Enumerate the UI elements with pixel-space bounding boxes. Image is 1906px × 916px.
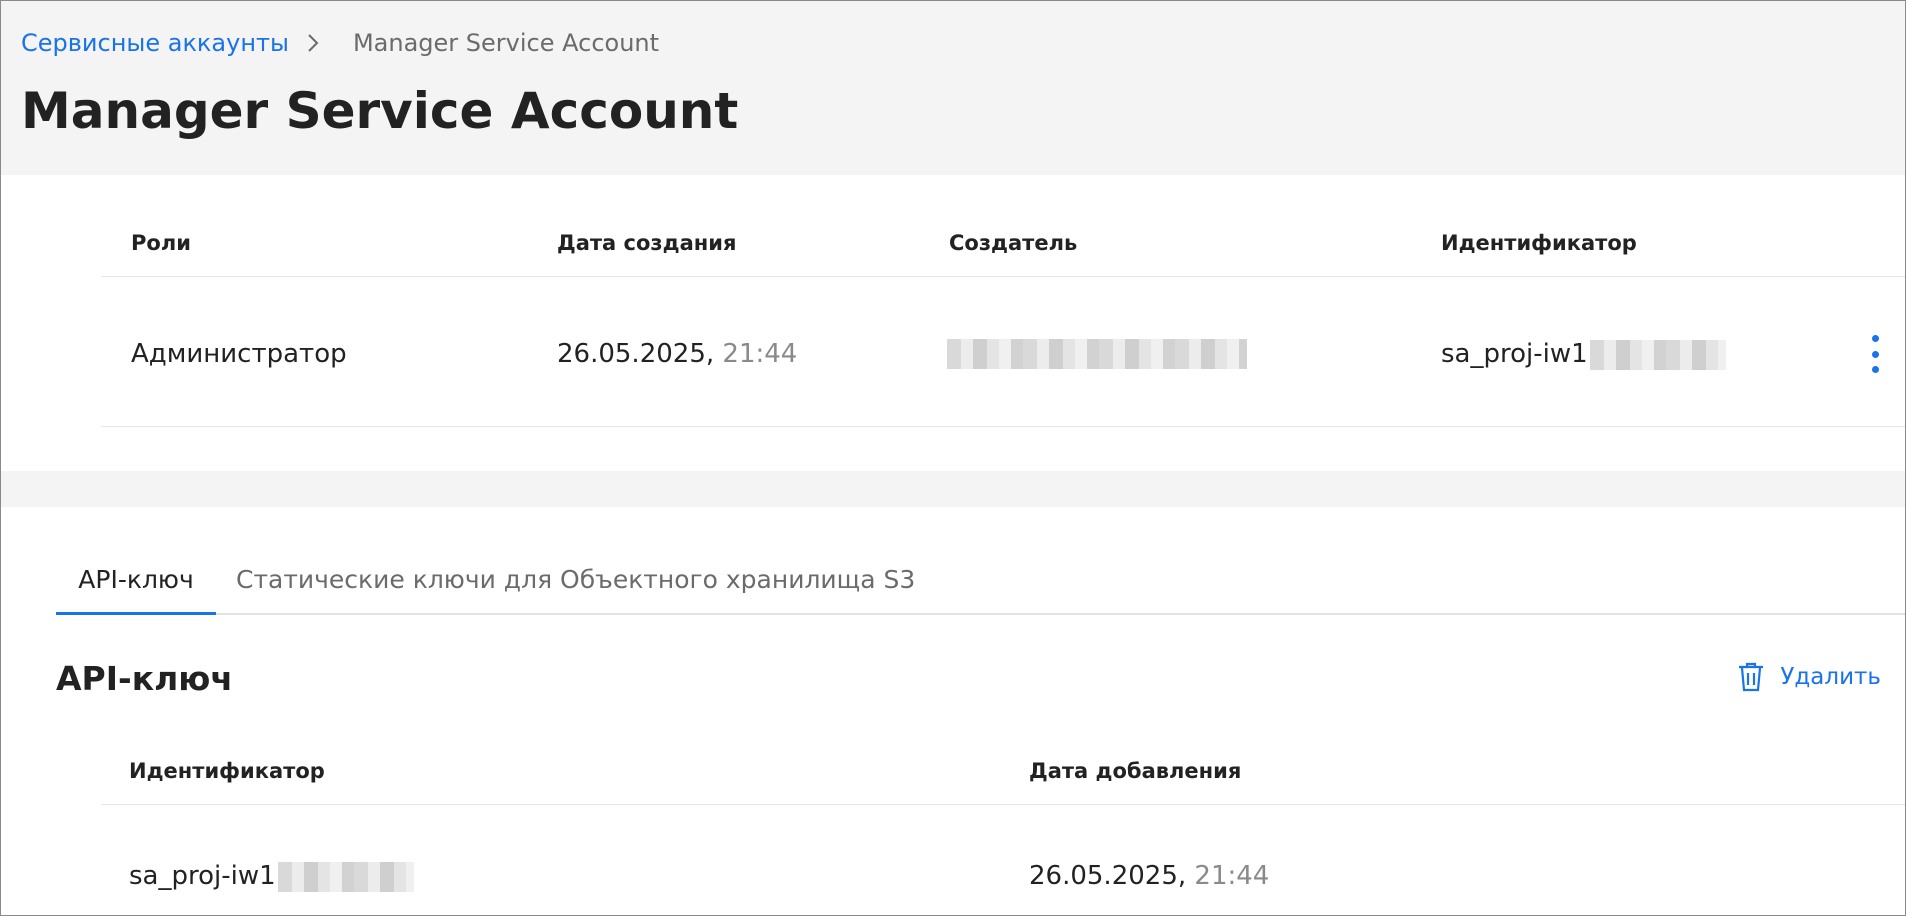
more-vertical-icon[interactable] [1867, 335, 1883, 373]
added-time: 21:44 [1194, 861, 1270, 891]
kebab-dot [1871, 335, 1879, 342]
column-header-roles: Роли [131, 231, 191, 255]
created-date: 26.05.2025, [557, 339, 715, 369]
key-identifier-text: sa_proj-iw1 [129, 861, 276, 891]
key-identifier-value: sa_proj-iw1 [129, 859, 414, 893]
breadcrumb-current: Manager Service Account [352, 29, 660, 57]
tab-bar: API-ключ Статические ключи для Объектног… [56, 555, 1905, 615]
table-row: sa_proj-iw1 26.05.2025, 21:44 [101, 805, 1905, 915]
column-header-key-identifier: Идентификатор [129, 759, 325, 783]
creator-redacted [947, 339, 1247, 369]
trash-icon [1739, 662, 1764, 692]
tab-api-key[interactable]: API-ключ [56, 555, 216, 615]
column-header-identifier: Идентификатор [1441, 231, 1637, 255]
table-row: Администратор 26.05.2025, 21:44 sa_proj-… [101, 277, 1905, 427]
column-header-creator: Создатель [949, 231, 1078, 255]
chevron-right-icon [305, 32, 333, 54]
created-time: 21:44 [722, 339, 798, 369]
delete-label: Удалить [1780, 664, 1881, 690]
key-identifier-redacted [277, 861, 414, 892]
delete-button[interactable]: Удалить [1736, 659, 1881, 695]
added-date: 26.05.2025, [1029, 861, 1187, 891]
identifier-redacted [1589, 339, 1726, 370]
column-header-created: Дата создания [557, 231, 737, 255]
tab-s3-static-keys[interactable]: Статические ключи для Объектного хранили… [236, 555, 915, 615]
app-window: Сервисные аккаунты Manager Service Accou… [0, 0, 1906, 916]
table-header: Роли Дата создания Создатель Идентификат… [101, 175, 1905, 277]
identifier-value: sa_proj-iw1 [1441, 337, 1726, 371]
kebab-dot [1871, 350, 1879, 358]
created-value: 26.05.2025, 21:44 [557, 337, 797, 371]
added-value: 26.05.2025, 21:44 [1029, 859, 1269, 893]
page-title: Manager Service Account [21, 82, 739, 140]
role-value: Администратор [131, 339, 347, 369]
section-title: API-ключ [56, 659, 234, 698]
breadcrumb: Сервисные аккаунты Manager Service Accou… [21, 27, 659, 59]
column-header-added-date: Дата добавления [1029, 759, 1242, 783]
breadcrumb-link-service-accounts[interactable]: Сервисные аккаунты [21, 27, 289, 59]
identifier-text: sa_proj-iw1 [1441, 339, 1588, 369]
section-divider [1, 471, 1905, 507]
kebab-dot [1871, 366, 1879, 373]
page-header: Сервисные аккаунты Manager Service Accou… [1, 1, 1905, 175]
account-info-table: Роли Дата создания Создатель Идентификат… [1, 175, 1905, 471]
keys-table-header: Идентификатор Дата добавления [101, 729, 1905, 805]
